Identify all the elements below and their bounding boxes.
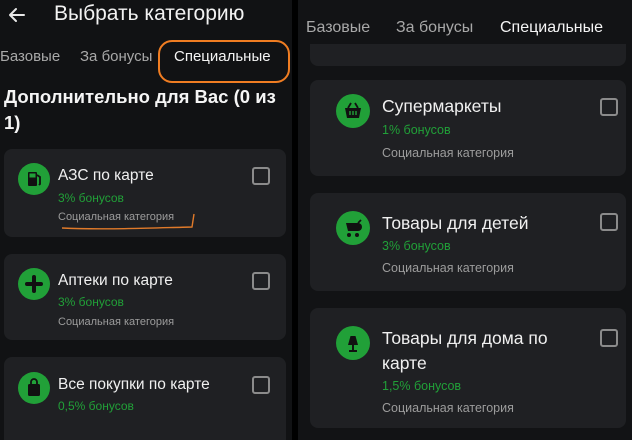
card-title: Все покупки по карте: [58, 376, 210, 393]
baby-stroller-icon: [336, 211, 370, 245]
category-checkbox[interactable]: [252, 272, 270, 290]
card-title: Супермаркеты: [382, 96, 502, 116]
category-card-pharmacy[interactable]: Аптеки по карте 3% бонусов Социальная ка…: [4, 254, 286, 340]
category-card-all-purchases[interactable]: Все покупки по карте 0,5% бонусов: [4, 357, 286, 440]
category-card-partial: [310, 44, 626, 66]
card-bonus: 1% бонусов: [382, 123, 451, 137]
tab-for-bonuses[interactable]: За бонусы: [80, 48, 152, 65]
underline-annotation: [61, 213, 195, 230]
tab-for-bonuses[interactable]: За бонусы: [396, 19, 473, 37]
back-arrow-icon[interactable]: [6, 4, 28, 26]
category-checkbox[interactable]: [600, 329, 618, 347]
left-screenshot: Выбрать категорию Базовые За бонусы Спец…: [0, 0, 292, 440]
card-bonus: 3% бонусов: [382, 239, 451, 253]
card-bonus: 3% бонусов: [58, 295, 124, 309]
tab-special[interactable]: Специальные: [500, 19, 603, 37]
tab-basic[interactable]: Базовые: [306, 19, 370, 37]
card-subtitle: Социальная категория: [382, 146, 514, 160]
section-title: Дополнительно для Вас (0 из 1): [4, 86, 276, 133]
category-checkbox[interactable]: [600, 213, 618, 231]
category-checkbox[interactable]: [252, 376, 270, 394]
tab-highlight-annotation: [158, 40, 290, 83]
tab-basic[interactable]: Базовые: [0, 48, 60, 65]
pharmacy-cross-icon: [18, 268, 50, 300]
card-subtitle: Социальная категория: [58, 316, 175, 328]
card-bonus: 1,5% бонусов: [382, 379, 462, 393]
fuel-pump-icon: [18, 163, 50, 195]
card-title: Товары для детей: [382, 213, 529, 233]
category-card-kids-goods[interactable]: Товары для детей 3% бонусов Социальная к…: [310, 193, 626, 291]
card-title: АЗС по карте: [58, 167, 154, 184]
card-subtitle: Социальная категория: [382, 401, 514, 415]
card-bonus: 3% бонусов: [58, 191, 124, 205]
category-checkbox[interactable]: [600, 98, 618, 116]
shopping-bag-icon: [18, 372, 50, 404]
card-title-line-1: Товары для дома по: [382, 328, 548, 348]
category-checkbox[interactable]: [252, 167, 270, 185]
page-title: Выбрать категорию: [54, 2, 245, 25]
lamp-icon: [336, 326, 370, 360]
app-header: Выбрать категорию: [0, 0, 292, 32]
card-title: Аптеки по карте: [58, 272, 173, 289]
card-title-line-2: карте: [382, 353, 427, 373]
category-card-supermarkets[interactable]: Супермаркеты 1% бонусов Социальная катег…: [310, 80, 626, 176]
card-subtitle: Социальная категория: [382, 261, 514, 275]
category-card-home-goods[interactable]: Товары для дома по карте 1,5% бонусов Со…: [310, 308, 626, 428]
shopping-basket-icon: [336, 94, 370, 128]
card-bonus: 0,5% бонусов: [58, 399, 134, 413]
right-screenshot: Базовые За бонусы Специальные Супермарке…: [298, 0, 632, 440]
